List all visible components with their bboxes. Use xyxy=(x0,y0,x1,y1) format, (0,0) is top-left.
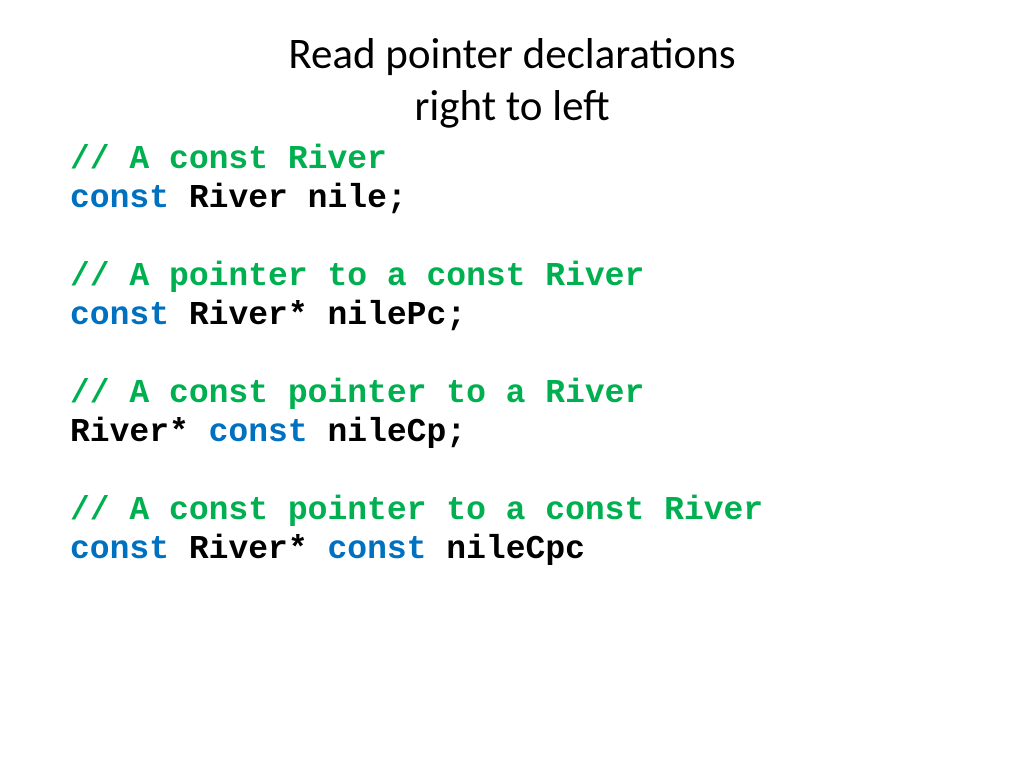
code-comment: // A const pointer to a const River xyxy=(70,492,763,529)
keyword: const xyxy=(70,531,169,568)
code-block: // A const River const River nile; // A … xyxy=(70,141,954,569)
slide-title: Read pointer declarations right to left xyxy=(70,28,954,131)
code-text: River nile; xyxy=(169,180,407,217)
slide: Read pointer declarations right to left … xyxy=(0,0,1024,768)
code-text: nileCpc xyxy=(427,531,585,568)
keyword: const xyxy=(70,180,169,217)
code-text: River* xyxy=(169,531,327,568)
code-text: nileCp; xyxy=(308,414,466,451)
code-comment: // A pointer to a const River xyxy=(70,258,644,295)
code-comment: // A const River xyxy=(70,141,387,178)
code-comment: // A const pointer to a River xyxy=(70,375,644,412)
keyword: const xyxy=(70,297,169,334)
keyword: const xyxy=(327,531,426,568)
title-line-2: right to left xyxy=(414,79,609,132)
keyword: const xyxy=(209,414,308,451)
code-text: River* nilePc; xyxy=(169,297,466,334)
code-text: River* xyxy=(70,414,209,451)
title-line-1: Read pointer declarations xyxy=(288,27,735,80)
